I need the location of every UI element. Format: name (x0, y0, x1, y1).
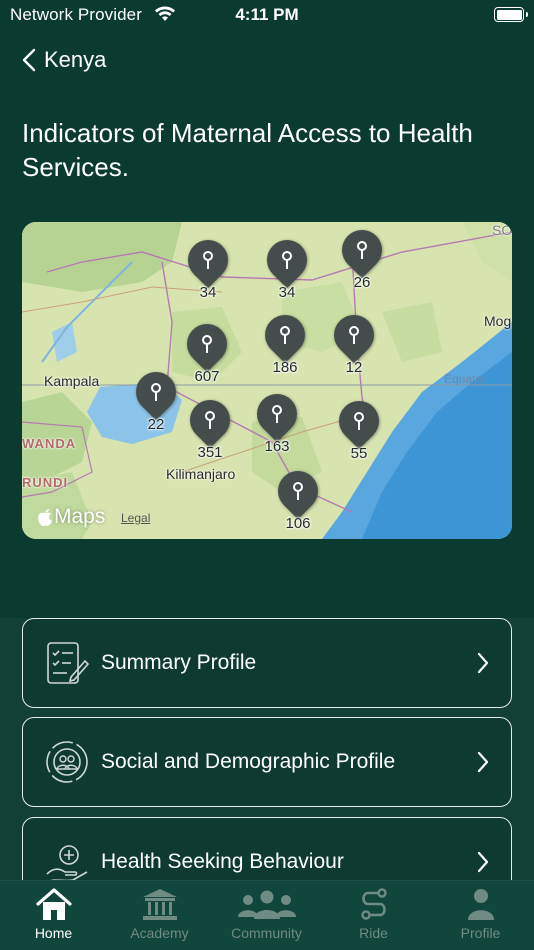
map-label-kilimanjaro: Kilimanjaro (166, 466, 236, 482)
status-bar: Network Provider 4:11 PM (0, 0, 534, 30)
tab-label: Profile (460, 925, 501, 941)
map-pin[interactable]: 12 (325, 306, 383, 376)
document-checklist-icon (47, 642, 90, 684)
map-pin[interactable]: 34 (258, 231, 316, 301)
route-icon (360, 888, 387, 920)
academy-icon (142, 889, 177, 920)
map-view[interactable]: Kampala Kilimanjaro Equator WANDA RUNDI … (22, 222, 512, 539)
community-icon (237, 890, 296, 919)
hand-health-icon (46, 845, 88, 883)
map-pin[interactable]: 34 (179, 231, 237, 301)
tab-profile[interactable]: Profile (427, 887, 534, 949)
map-pin[interactable]: 26 (333, 222, 391, 291)
list-item-label: Summary Profile (101, 651, 257, 674)
chevron-right-icon (477, 652, 489, 674)
tab-bar: Home Academy Community Ride Profile (0, 880, 534, 950)
tab-label: Home (34, 925, 73, 941)
maps-logo: Maps (36, 505, 105, 529)
tab-ride[interactable]: Ride (320, 887, 427, 949)
tab-label: Academy (130, 925, 189, 941)
back-label: Kenya (44, 47, 107, 72)
pin-icon (272, 405, 282, 423)
battery-icon (494, 7, 528, 22)
apple-logo-icon (38, 509, 52, 526)
pin-count: 26 (353, 274, 371, 291)
pin-count: 22 (147, 416, 165, 433)
pin-count: 106 (285, 515, 311, 532)
pin-icon (349, 326, 359, 344)
pin-count: 34 (199, 284, 217, 301)
map-label-burundi: RUNDI (22, 475, 69, 490)
back-button[interactable]: Kenya (22, 44, 106, 76)
tab-label: Community (231, 925, 302, 941)
pin-icon (357, 241, 367, 259)
pin-count: 12 (345, 359, 363, 376)
tab-academy[interactable]: Academy (106, 887, 213, 949)
pin-icon (205, 411, 215, 429)
chevron-left-icon (22, 48, 36, 72)
page-title: Indicators of Maternal Access to Health … (22, 118, 473, 182)
list-item-label: Social and Demographic Profile (101, 750, 396, 773)
pin-icon (354, 412, 364, 430)
pin-icon (151, 383, 161, 401)
pin-icon (282, 251, 292, 269)
map-pin[interactable]: 186 (256, 306, 314, 376)
person-icon (467, 889, 494, 920)
chevron-right-icon (477, 851, 489, 873)
pin-icon (203, 251, 213, 269)
home-icon (35, 888, 72, 920)
list-item-label: Health Seeking Behaviour (101, 850, 344, 873)
tab-home[interactable]: Home (0, 887, 107, 949)
chevron-right-icon (477, 751, 489, 773)
map-pin[interactable]: 55 (330, 392, 388, 462)
pin-count: 186 (272, 359, 298, 376)
tab-label: Ride (359, 925, 388, 941)
pin-count: 55 (350, 445, 368, 462)
map-pin[interactable]: 163 (248, 385, 306, 455)
pin-count: 34 (278, 284, 296, 301)
map-label-rwanda: WANDA (22, 436, 77, 451)
map-pin[interactable]: 607 (178, 315, 236, 385)
demographics-icon (46, 741, 88, 783)
map-label-kampala: Kampala (44, 373, 100, 389)
map-pin[interactable]: 22 (127, 363, 185, 433)
pin-icon (202, 335, 212, 353)
pin-icon (280, 326, 290, 344)
legal-link[interactable]: Legal (121, 511, 150, 525)
map-pin[interactable]: 351 (181, 391, 239, 461)
map-label-so: SO (492, 222, 512, 238)
status-time: 4:11 PM (235, 5, 299, 24)
tab-community[interactable]: Community (213, 887, 320, 949)
map-pin[interactable]: 106 (269, 462, 327, 532)
pin-count: 163 (264, 438, 290, 455)
pin-count: 351 (197, 444, 223, 461)
pin-icon (293, 482, 303, 500)
list-item-summary-profile[interactable]: Summary Profile (22, 618, 512, 708)
pin-count: 607 (194, 368, 220, 385)
maps-logo-text: Maps (54, 505, 106, 528)
list-item-social-demographic-profile[interactable]: Social and Demographic Profile (22, 717, 512, 807)
map-label-mog: Mog (484, 313, 512, 329)
map-label-equator: Equator (444, 372, 487, 386)
